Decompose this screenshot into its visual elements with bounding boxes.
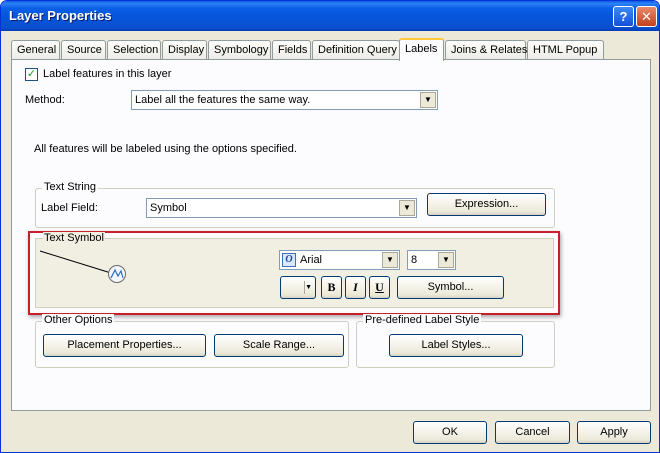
chevron-down-icon[interactable]: ▼ [438,252,454,268]
method-value: Label all the features the same way. [135,94,311,106]
method-label: Method: [25,94,65,106]
scale-range-button[interactable]: Scale Range... [214,334,344,357]
label-field-dropdown[interactable]: Symbol ▼ [146,198,417,218]
text-string-legend: Text String [42,181,98,193]
bold-button[interactable]: B [321,276,342,299]
underline-button[interactable]: U [369,276,390,299]
method-dropdown[interactable]: Label all the features the same way. ▼ [131,90,438,110]
color-swatch [285,281,305,294]
label-field-value: Symbol [150,202,187,214]
chevron-down-icon[interactable]: ▼ [399,200,415,216]
tab-display[interactable]: Display [162,40,207,60]
symbol-button[interactable]: Symbol... [397,276,504,299]
tab-fields[interactable]: Fields [272,40,311,60]
predefined-label-style-legend: Pre-defined Label Style [363,314,482,326]
other-options-legend: Other Options [42,314,115,326]
window-title: Layer Properties [9,8,112,23]
ok-button[interactable]: OK [413,421,487,444]
font-value: Arial [300,254,323,266]
tab-joins-relates[interactable]: Joins & Relates [445,40,527,60]
tab-selection[interactable]: Selection [107,40,161,60]
tab-general[interactable]: General [11,40,60,60]
placement-properties-button[interactable]: Placement Properties... [43,334,206,357]
chevron-down-icon[interactable]: ▼ [382,252,398,268]
tab-symbology[interactable]: Symbology [208,40,271,60]
label-styles-button[interactable]: Label Styles... [389,334,523,357]
tab-html-popup[interactable]: HTML Popup [527,40,604,60]
title-bar[interactable]: Layer Properties ? ✕ [1,1,659,31]
expression-button[interactable]: Expression... [427,193,546,216]
close-button[interactable]: ✕ [636,6,657,27]
layer-properties-dialog: Layer Properties ? ✕ General Source Sele… [0,0,660,453]
chevron-down-icon[interactable]: ▼ [420,92,436,108]
font-color-button[interactable]: ▼ [280,276,316,299]
label-features-label: Label features in this layer [43,68,172,80]
text-symbol-legend: Text Symbol [43,232,105,244]
info-text: All features will be labeled using the o… [34,143,297,155]
label-field-label: Label Field: [41,202,98,214]
help-button[interactable]: ? [613,6,634,27]
symbol-preview[interactable] [37,247,137,287]
tab-labels[interactable]: Labels [399,38,444,61]
tab-source[interactable]: Source [61,40,106,60]
font-size-value: 8 [411,254,418,266]
italic-button[interactable]: I [345,276,366,299]
font-dropdown[interactable]: O Arial ▼ [279,250,400,270]
cancel-button[interactable]: Cancel [495,421,570,444]
font-size-dropdown[interactable]: 8 ▼ [407,250,456,270]
tab-definition-query[interactable]: Definition Query [312,40,400,60]
apply-button[interactable]: Apply [577,421,651,444]
chevron-down-icon: ▼ [305,284,312,291]
label-features-checkbox[interactable]: ✓ [25,68,38,81]
opentype-font-icon: O [282,253,296,267]
